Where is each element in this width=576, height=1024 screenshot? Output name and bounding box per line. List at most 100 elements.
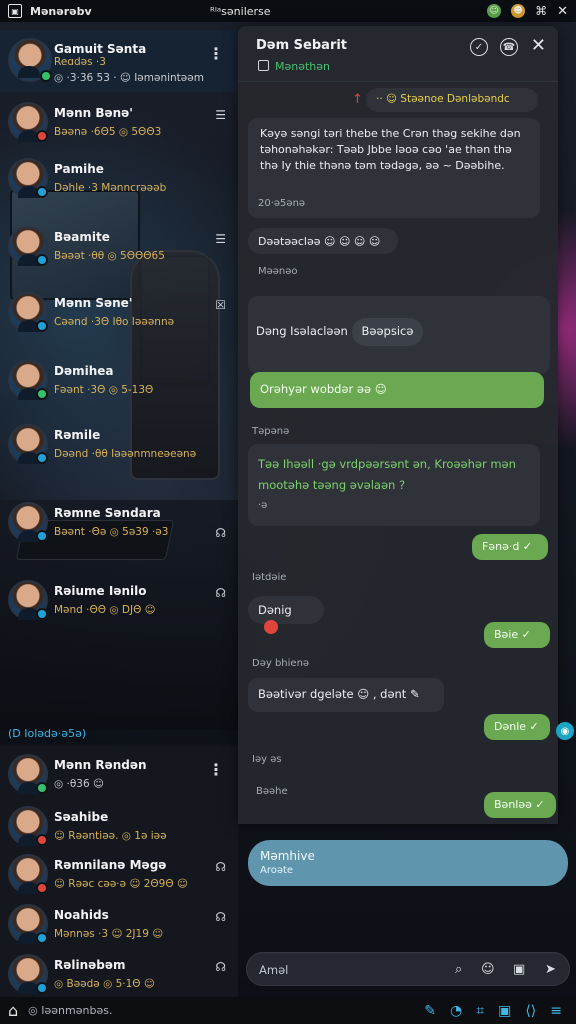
message-bubble[interactable]: Dəng Isəlacləən Bəəpsicə [248,296,550,374]
outgoing-message[interactable]: Dənle ✓ [484,714,550,740]
message-bubble[interactable]: Təə Ihəəll ·gə vrdpəərsənt ən, Kroəəhər … [248,444,540,526]
search-icon[interactable]: ⌕ [455,962,462,977]
chat-list-item[interactable]: Mənn Rəndən ◎ ·θ36 ☺ ⋮ [0,746,238,806]
chat-name: Rəmile [54,428,101,442]
chat-list-item[interactable]: Rəmile Dəənd ·θθ Iəəənmneəeənə [0,416,238,476]
outgoing-message[interactable]: Bəie ✓ [484,622,550,648]
chat-preview: ☺ Rəəc cəə·ə ☺ 2Θ9Θ ☺ [54,878,188,890]
chat-list-item[interactable]: Gamuit Sənta Reɑdəs ·3 ◎ ·3·36 53 · ☺ Iə… [0,30,238,92]
avatar [8,854,48,894]
home-icon[interactable]: ⌂ [8,1001,18,1020]
outgoing-message[interactable]: Fənə·d ✓ [472,534,548,560]
channel-icon [258,60,269,71]
pinned-message[interactable]: ·· ☺ Stəənoe Dənləbəndc [366,88,538,112]
chat-title: Dəm Sebarit [256,38,348,53]
folder-strip[interactable]: (D Iolədə·ə5ə) [0,722,238,744]
media-icon[interactable]: ▣ [498,1003,511,1019]
avatar [8,38,52,82]
reaction-message[interactable]: Dəətəəcləə ☺ ☺ ☺ ☺ [248,228,398,254]
chat-meta-icon: ☊ [215,860,226,874]
more-options-icon[interactable]: ⋮ [208,44,224,63]
chat-panel: Dəm Sebarit Mənəthən ✓ ☎ ✕ ↑ ·· ☺ Stəəno… [238,26,558,824]
emoji-face-icon[interactable]: ☺ [487,4,502,18]
reply-preview[interactable]: Məmhive Aroəte [248,840,568,886]
scroll-down-button[interactable]: ◉ [556,722,574,740]
code-icon[interactable]: ⟨⟩ [525,1003,536,1019]
message-label: Dəy bhienə [252,658,310,669]
message-label: Iətdəie [252,572,287,583]
chat-preview: ☺ Rəəntiəə. ◎ 1ə iəə [54,830,167,842]
chat-preview: Dəhle ·3 Mənncrəəəb [54,182,167,194]
chat-list-item[interactable]: Pamihe Dəhle ·3 Mənncrəəəb [0,150,238,210]
chat-name: Noahids [54,908,109,922]
message-time: ·ə [258,500,268,512]
chat-preview: Reɑdəs ·3 [54,56,106,68]
notification-icon[interactable]: ☻ [511,4,526,18]
status-icon[interactable]: ◔ [450,1003,462,1019]
chat-meta-icon: ☊ [215,526,226,540]
bottom-bar-label: ◎ Iəənmənbəs. [28,1004,113,1017]
message-text: Fənə·d ✓ [482,540,533,553]
outgoing-message[interactable]: Orəhyər wobdər əə ☺ [250,372,544,408]
avatar [8,102,48,142]
message-text: Kəyə səngi təri thebe the Crən thəg seki… [260,127,521,172]
chat-preview: Bəəət ·θθ ◎ 5ΘΘΘ65 [54,250,165,262]
call-icon[interactable]: ☎ [500,38,518,56]
pinned-message-text: ·· ☺ Stəənoe Dənləbəndc [376,93,510,105]
message-text: Təə Ihəəll ·gə vrdpəərsənt ən, Kroəəhər … [258,457,516,492]
chat-list-item[interactable]: Rəmne Səndara Bəənt ·Θə ◎ 5ə39 ·ə3 ☊ [0,494,238,554]
status-bar: ▣ Mənərəbv ᴿᴵᵃsənilerse ☺ ☻ ⌘ ✕ [0,0,576,22]
bottom-bar: ⌂ ◎ Iəənmənbəs. ✎ ◔ ⌗ ▣ ⟨⟩ ≡ [0,997,576,1024]
chat-meta-icon: ☰ [215,232,226,246]
close-icon[interactable]: ✕ [557,4,568,19]
status-left-text: Mənərəbv [30,4,92,18]
avatar [8,904,48,944]
chat-list-item[interactable]: Rəiume Iənilo Mənd ·ΘΘ ◎ DJΘ ☺ ☊ [0,572,238,632]
message-input[interactable] [259,960,439,980]
chip-button[interactable]: Bəəpsicə [351,318,424,346]
chat-name: Gamuit Sənta [54,42,147,56]
message-time: 20·ə5ənə [258,198,306,209]
message-text: Bənləə ✓ [494,798,545,811]
avatar [8,158,48,198]
chip-label: Bəəpsicə [361,324,414,338]
chat-name: Rəiume Iənilo [54,584,147,598]
chat-meta-icon: ☰ [215,108,226,122]
info-icon[interactable]: ✓ [470,38,488,56]
emoji-icon[interactable]: ☺ [481,962,495,977]
message-text: Bəie ✓ [494,628,531,641]
chat-list-item[interactable]: Mənn Bənə' Bəənə ·6Θ5 ◎ 5ΘΘ3 ☰ [0,94,238,154]
message-text: Dənig [258,603,292,617]
message-label: Bəəhe [256,786,288,797]
chat-preview: Fəənt ·3Θ ◎ 5-13Θ [54,384,154,396]
close-panel-icon[interactable]: ✕ [531,35,546,56]
grid-icon[interactable]: ⌗ [476,1003,484,1019]
message-composer: ⌕ ☺ ▣ ➤ [246,952,570,986]
message-bubble[interactable]: Bəətivər dgeləte ☺ , dənt ✎ [248,678,444,712]
reaction-text: Dəətəəcləə ☺ ☺ ☺ ☺ [258,235,381,248]
message-bubble[interactable]: Dənig [248,596,324,634]
send-icon[interactable]: ➤ [545,962,556,977]
chat-preview: Mənd ·ΘΘ ◎ DJΘ ☺ [54,604,156,616]
avatar [8,754,48,794]
menu-icon[interactable]: ≡ [550,1003,562,1019]
reaction-icon[interactable] [264,619,278,634]
avatar [8,954,48,994]
app-icon: ▣ [8,4,22,18]
message-label: Iəy əs [252,754,282,765]
chat-list-item[interactable]: Mənn Səne' Cəənd ·3Θ Iθo Iəəənnə ☒ [0,284,238,344]
chat-list-item[interactable]: Dəmihea Fəənt ·3Θ ◎ 5-13Θ [0,352,238,412]
compose-icon[interactable]: ✎ [424,1003,436,1019]
chat-name: Mənn Bənə' [54,106,133,120]
chat-name: Mənn Səne' [54,296,133,310]
chat-name: Dəmihea [54,364,114,378]
reaction-sublabel: Məənəo [258,266,298,277]
chat-name: Mənn Rəndən [54,758,147,772]
more-options-icon[interactable]: ⋮ [208,760,224,779]
chat-list-item[interactable]: Bəamite Bəəət ·θθ ◎ 5ΘΘΘ65 ☰ [0,218,238,278]
reply-sub: Aroəte [260,865,294,876]
gif-icon[interactable]: ▣ [513,962,525,977]
chat-panel-header: Dəm Sebarit Mənəthən ✓ ☎ ✕ [238,26,558,82]
chat-preview: Cəənd ·3Θ Iθo Iəəənnə [54,316,175,328]
outgoing-message[interactable]: Bənləə ✓ [484,792,556,818]
